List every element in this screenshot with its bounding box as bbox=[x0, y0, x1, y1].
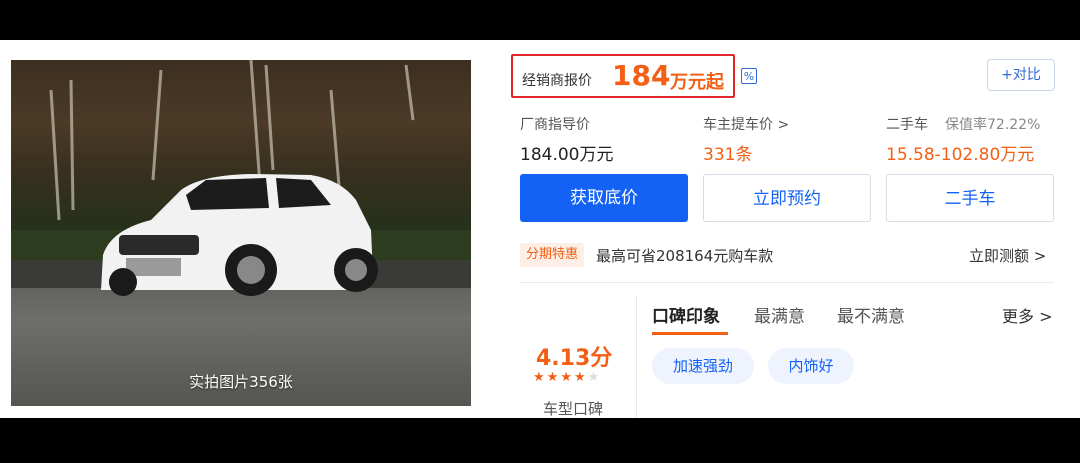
dealer-price-label: 经销商报价 bbox=[522, 73, 592, 89]
dealer-price-box: 经销商报价 184 万元起 bbox=[511, 54, 735, 98]
more-link[interactable]: 更多 > bbox=[1002, 303, 1053, 327]
keyword-chip[interactable]: 内饰好 bbox=[768, 348, 854, 384]
star-empty-icon: ★ bbox=[587, 370, 602, 385]
active-tab-indicator bbox=[652, 332, 728, 335]
star-icon: ★ bbox=[560, 370, 574, 385]
star-icon: ★ bbox=[546, 370, 561, 385]
retention-rate: 保值率72.22% bbox=[945, 117, 1041, 133]
calculator-icon[interactable]: % bbox=[741, 68, 757, 84]
used-car-price-range[interactable]: 15.58-102.80万元 bbox=[886, 140, 1034, 165]
calculate-link[interactable]: 立即测额 > bbox=[969, 245, 1046, 266]
installment-tag: 分期特惠 bbox=[520, 243, 585, 267]
tab-least-satisfied[interactable]: 最不满意 bbox=[837, 302, 905, 327]
tab-impression[interactable]: 口碑印象 bbox=[652, 302, 720, 327]
tab-most-satisfied[interactable]: 最满意 bbox=[754, 302, 805, 327]
star-icon: ★ bbox=[533, 370, 547, 385]
installment-text: 最高可省208164元购车款 bbox=[596, 247, 774, 265]
star-icon: ★ bbox=[573, 370, 588, 385]
review-score: 4.13分 bbox=[536, 346, 613, 371]
get-lowest-price-button[interactable]: 获取底价 bbox=[520, 174, 688, 222]
compare-button[interactable]: +对比 bbox=[987, 59, 1055, 91]
star-rating: ★★★★★ bbox=[533, 370, 601, 385]
used-car-label: 二手车 bbox=[886, 117, 928, 133]
dealer-price-unit: 万元起 bbox=[670, 72, 724, 93]
section-divider bbox=[520, 282, 1054, 283]
used-car-button[interactable]: 二手车 bbox=[886, 174, 1054, 222]
dealer-price-value: 184 bbox=[612, 59, 671, 92]
car-info-panel: 实拍图片356张 经销商报价 184 万元起 % +对比 厂商指导价 184.0… bbox=[0, 40, 1080, 418]
car-photo[interactable]: 实拍图片356张 bbox=[11, 60, 471, 406]
keyword-chip[interactable]: 加速强劲 bbox=[652, 348, 754, 384]
vertical-divider bbox=[636, 296, 637, 418]
reserve-button[interactable]: 立即预约 bbox=[703, 174, 871, 222]
photo-count-caption[interactable]: 实拍图片356张 bbox=[11, 371, 471, 392]
owner-price-link[interactable]: 车主提车价 > bbox=[703, 114, 789, 134]
car-photo-illustration bbox=[11, 60, 471, 296]
msrp-label: 厂商指导价 bbox=[520, 117, 590, 133]
msrp-value: 184.00万元 bbox=[520, 145, 614, 165]
review-caption: 车型口碑 bbox=[543, 400, 604, 418]
owner-price-count[interactable]: 331条 bbox=[703, 140, 752, 165]
